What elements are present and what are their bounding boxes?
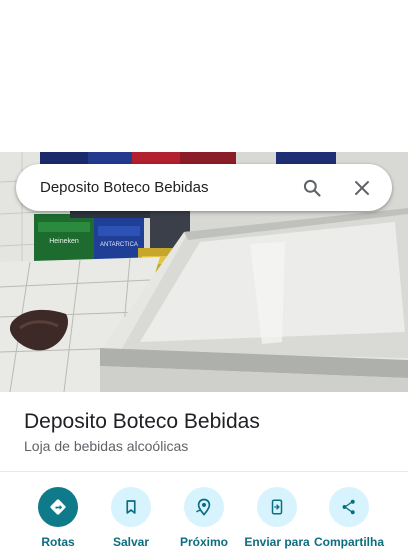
blank-top-area: [0, 0, 408, 152]
place-category: Loja de bebidas alcoólicas: [24, 438, 189, 454]
close-icon[interactable]: [350, 176, 374, 200]
search-input[interactable]: Deposito Boteco Bebidas: [40, 179, 300, 196]
bookmark-icon: [111, 487, 151, 527]
search-bar[interactable]: Deposito Boteco Bebidas: [16, 164, 392, 211]
share-icon: [329, 487, 369, 527]
share-button[interactable]: Compartilha: [314, 487, 384, 557]
share-label: Compartilha: [313, 535, 384, 549]
directions-icon: [38, 487, 78, 527]
crate-label-heineken: Heineken: [49, 238, 79, 245]
place-name: Deposito Boteco Bebidas: [24, 410, 260, 433]
search-icon[interactable]: [300, 176, 324, 200]
crate-label-antarctica: ANTARCTICA: [100, 242, 138, 248]
divider: [0, 471, 408, 472]
directions-button[interactable]: Rotas: [23, 487, 93, 557]
nearby-icon: [184, 487, 224, 527]
nearby-button[interactable]: Próximo: [169, 487, 239, 557]
send-to-phone-icon: [257, 487, 297, 527]
send-to-phone-button[interactable]: Enviar para: [242, 487, 312, 557]
save-button[interactable]: Salvar: [96, 487, 166, 557]
